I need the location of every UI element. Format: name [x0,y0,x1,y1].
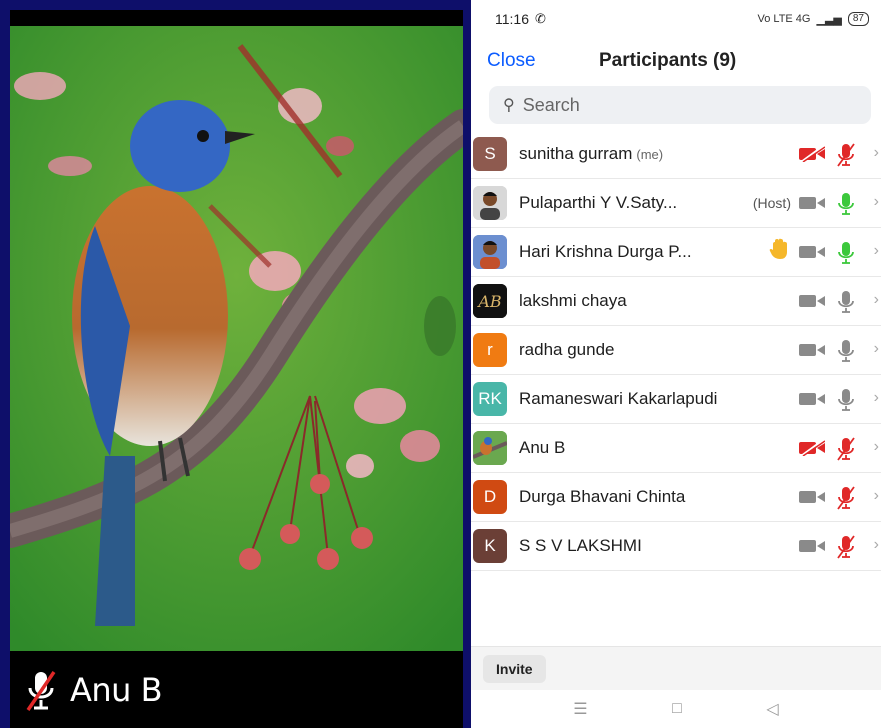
raised-hand-icon [769,238,789,266]
participants-panel: 11:16 ✆ Vo LTE 4G ▁▃▅ 87 Close Participa… [471,0,881,728]
participant-name-text: Hari Krishna Durga P... [519,242,692,261]
avatar [473,186,507,220]
participants-header: Close Participants (9) [471,38,881,84]
participant-name-text: sunitha gurram [519,144,633,163]
participant-name: Hari Krishna Durga P... [519,242,692,262]
menu-icon[interactable]: ☰ [573,699,587,719]
video-off-icon[interactable] [799,440,825,456]
participant-name: Durga Bhavani Chinta [519,487,685,507]
page-title: Participants (9) [599,50,737,71]
participant-name-text: Anu B [519,438,566,457]
network-status: Vo LTE 4G [757,13,811,25]
video-icon[interactable] [799,391,825,407]
avatar [473,235,507,269]
chevron-right-icon: › [873,291,879,308]
participant-name: Anu B [519,438,565,458]
participant-row[interactable]: AB lakshmi chaya › [471,277,881,326]
video-icon[interactable] [799,293,825,309]
participant-row[interactable]: D Durga Bhavani Chinta › [471,473,881,522]
participant-name: radha gunde [519,340,614,360]
chevron-right-icon: › [873,242,879,259]
avatar: K [473,529,507,563]
avatar: D [473,480,507,514]
mic-icon[interactable] [837,339,855,363]
avatar: r [473,333,507,367]
bottom-bar: Invite [471,646,881,690]
participant-name: Pulaparthi Y V.Saty... [519,193,677,213]
host-tag: (Host) [752,195,791,211]
chevron-right-icon: › [873,340,879,357]
video-icon[interactable] [799,342,825,358]
participant-name: S S V LAKSHMI [519,536,642,556]
chevron-right-icon: › [873,389,879,406]
status-bar: 11:16 ✆ Vo LTE 4G ▁▃▅ 87 [471,0,881,38]
participant-row[interactable]: RK Ramaneswari Kakarlapudi › [471,375,881,424]
avatar-initials: K [484,536,496,555]
search-icon: ⚲ [503,97,515,114]
chevron-right-icon: › [873,144,879,161]
video-tile[interactable]: Anu B [0,0,471,728]
participant-name-text: Durga Bhavani Chinta [519,487,686,506]
status-time: 11:16 [495,11,529,27]
avatar-initials: D [483,487,497,506]
mic-muted-icon[interactable] [837,486,855,510]
invite-button[interactable]: Invite [483,655,546,683]
avatar: AB [473,284,507,318]
video-icon[interactable] [799,244,825,260]
svg-text:AB: AB [476,292,502,311]
avatar [473,431,507,465]
avatar-initials: S [484,144,496,163]
participant-row[interactable]: r radha gunde › [471,326,881,375]
participant-name-text: Ramaneswari Kakarlapudi [519,389,718,408]
participant-name: lakshmi chaya [519,291,627,311]
participant-name: sunitha gurram (me) [519,144,663,164]
chevron-right-icon: › [873,438,879,455]
battery-icon: 87 [847,12,869,26]
search-input[interactable] [522,94,823,116]
system-nav-bar: ☰ □ ◁ [471,690,881,728]
participant-row[interactable]: Ssunitha gurram (me) › [471,130,881,179]
participant-name: Ramaneswari Kakarlapudi [519,389,717,409]
participant-name-text: lakshmi chaya [519,291,627,310]
mic-muted-icon[interactable] [837,535,855,559]
chevron-right-icon: › [873,536,879,553]
avatar: RK [473,382,507,416]
video-name-bar: Anu B [10,652,463,728]
video-icon[interactable] [799,195,825,211]
search-box[interactable]: ⚲ [489,86,871,124]
video-feed [10,26,463,651]
chevron-right-icon: › [873,193,879,210]
video-icon[interactable] [799,538,825,554]
signal-icon: ▁▃▅ [816,13,842,26]
participant-row[interactable]: Anu B › [471,424,881,473]
video-icon[interactable] [799,489,825,505]
participant-name-text: Pulaparthi Y V.Saty... [519,193,678,212]
mic-icon[interactable] [837,290,855,314]
me-tag: (me) [636,147,664,162]
video-participant-name: Anu B [70,671,163,709]
participant-row[interactable]: Hari Krishna Durga P... › [471,228,881,277]
mic-icon[interactable] [837,388,855,412]
mic-on-icon[interactable] [837,192,855,216]
bird-image [10,26,463,651]
close-button[interactable]: Close [487,50,536,72]
home-icon[interactable]: □ [672,700,682,718]
chevron-right-icon: › [873,487,879,504]
whatsapp-icon: ✆ [535,11,546,26]
mic-muted-icon [26,671,56,711]
participant-name-text: S S V LAKSHMI [519,536,642,555]
video-off-icon[interactable] [799,146,825,162]
participant-row[interactable]: Pulaparthi Y V.Saty... (Host) › [471,179,881,228]
mic-muted-icon[interactable] [837,143,855,167]
avatar-initials: r [487,340,493,359]
participant-row[interactable]: K S S V LAKSHMI › [471,522,881,571]
participant-list: Ssunitha gurram (me) › Pulaparthi Y V.Saty.… [471,130,881,571]
avatar: S [473,137,507,171]
back-icon[interactable]: ◁ [766,699,778,719]
mic-muted-icon[interactable] [837,437,855,461]
participant-name-text: radha gunde [519,340,615,359]
mic-on-icon[interactable] [837,241,855,265]
avatar-initials: RK [478,389,502,408]
